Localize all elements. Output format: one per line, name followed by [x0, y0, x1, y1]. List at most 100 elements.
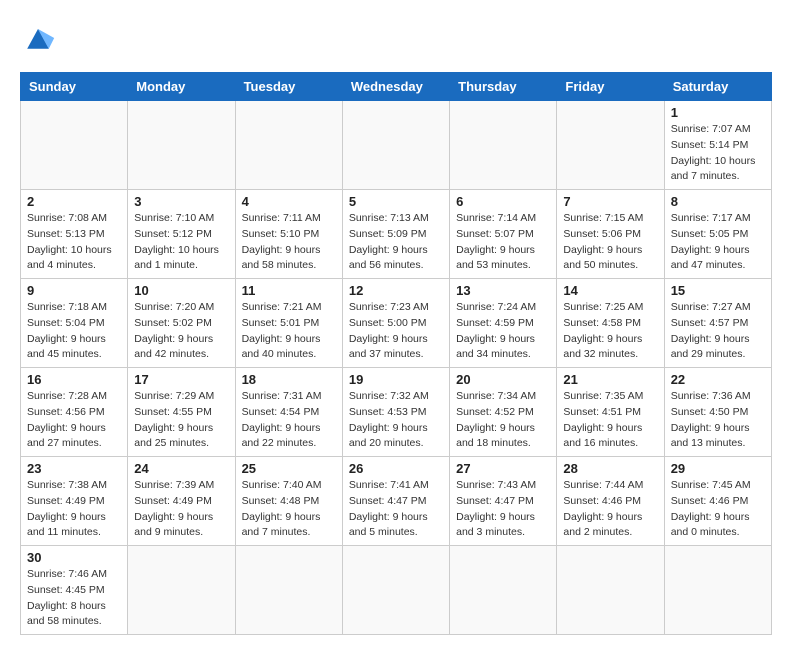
day-info: Sunrise: 7:25 AM Sunset: 4:58 PM Dayligh… [563, 300, 657, 363]
calendar-week-3: 16 Sunrise: 7:28 AM Sunset: 4:56 PM Dayli… [21, 368, 772, 457]
day-number: 24 [134, 461, 228, 476]
calendar-cell: 15Sunrise: 7:27 AM Sunset: 4:57 PM Dayli… [664, 279, 771, 368]
day-number: 21 [563, 372, 657, 387]
calendar-cell: 26 Sunrise: 7:41 AM Sunset: 4:47 PM Dayli… [342, 457, 449, 546]
day-info: Sunrise: 7:13 AM Sunset: 5:09 PM Dayligh… [349, 211, 443, 274]
calendar-cell: 11 Sunrise: 7:21 AM Sunset: 5:01 PM Dayli… [235, 279, 342, 368]
day-number: 5 [349, 194, 443, 209]
day-number: 22 [671, 372, 765, 387]
calendar-cell: 25Sunrise: 7:40 AM Sunset: 4:48 PM Dayli… [235, 457, 342, 546]
day-info: Sunrise: 7:11 AM Sunset: 5:10 PM Dayligh… [242, 211, 336, 274]
calendar-cell: 27Sunrise: 7:43 AM Sunset: 4:47 PM Dayli… [450, 457, 557, 546]
calendar-cell [557, 546, 664, 635]
day-number: 4 [242, 194, 336, 209]
weekday-header-saturday: Saturday [664, 73, 771, 101]
day-number: 13 [456, 283, 550, 298]
calendar-cell: 17 Sunrise: 7:29 AM Sunset: 4:55 PM Dayli… [128, 368, 235, 457]
day-info: Sunrise: 7:44 AM Sunset: 4:46 PM Dayligh… [563, 478, 657, 541]
day-info: Sunrise: 7:38 AM Sunset: 4:49 PM Dayligh… [27, 478, 121, 541]
calendar-cell: 4 Sunrise: 7:11 AM Sunset: 5:10 PM Daylig… [235, 190, 342, 279]
day-info: Sunrise: 7:41 AM Sunset: 4:47 PM Dayligh… [349, 478, 443, 541]
day-number: 14 [563, 283, 657, 298]
calendar-cell [128, 101, 235, 190]
day-number: 27 [456, 461, 550, 476]
calendar-cell: 16 Sunrise: 7:28 AM Sunset: 4:56 PM Dayli… [21, 368, 128, 457]
day-info: Sunrise: 7:34 AM Sunset: 4:52 PM Dayligh… [456, 389, 550, 452]
calendar-cell: 3 Sunrise: 7:10 AM Sunset: 5:12 PM Daylig… [128, 190, 235, 279]
day-number: 1 [671, 105, 765, 120]
calendar-cell: 23 Sunrise: 7:38 AM Sunset: 4:49 PM Dayli… [21, 457, 128, 546]
calendar-cell [235, 546, 342, 635]
calendar-cell: 9 Sunrise: 7:18 AM Sunset: 5:04 PM Daylig… [21, 279, 128, 368]
day-number: 18 [242, 372, 336, 387]
calendar-cell: 6 Sunrise: 7:14 AM Sunset: 5:07 PM Daylig… [450, 190, 557, 279]
day-number: 9 [27, 283, 121, 298]
calendar-cell: 1Sunrise: 7:07 AM Sunset: 5:14 PM Daylig… [664, 101, 771, 190]
day-number: 10 [134, 283, 228, 298]
calendar-cell: 20 Sunrise: 7:34 AM Sunset: 4:52 PM Dayli… [450, 368, 557, 457]
day-number: 11 [242, 283, 336, 298]
calendar-table: SundayMondayTuesdayWednesdayThursdayFrid… [20, 72, 772, 635]
day-number: 19 [349, 372, 443, 387]
day-number: 12 [349, 283, 443, 298]
day-number: 23 [27, 461, 121, 476]
day-info: Sunrise: 7:21 AM Sunset: 5:01 PM Dayligh… [242, 300, 336, 363]
calendar-cell: 19 Sunrise: 7:32 AM Sunset: 4:53 PM Dayli… [342, 368, 449, 457]
day-number: 26 [349, 461, 443, 476]
calendar-week-1: 2Sunrise: 7:08 AM Sunset: 5:13 PM Daylig… [21, 190, 772, 279]
calendar-cell: 29 Sunrise: 7:45 AM Sunset: 4:46 PM Dayli… [664, 457, 771, 546]
calendar-cell: 7 Sunrise: 7:15 AM Sunset: 5:06 PM Daylig… [557, 190, 664, 279]
calendar-cell: 24 Sunrise: 7:39 AM Sunset: 4:49 PM Dayli… [128, 457, 235, 546]
day-number: 20 [456, 372, 550, 387]
day-info: Sunrise: 7:45 AM Sunset: 4:46 PM Dayligh… [671, 478, 765, 541]
day-info: Sunrise: 7:29 AM Sunset: 4:55 PM Dayligh… [134, 389, 228, 452]
day-info: Sunrise: 7:20 AM Sunset: 5:02 PM Dayligh… [134, 300, 228, 363]
weekday-header-wednesday: Wednesday [342, 73, 449, 101]
calendar-cell: 30 Sunrise: 7:46 AM Sunset: 4:45 PM Dayli… [21, 546, 128, 635]
day-number: 3 [134, 194, 228, 209]
day-info: Sunrise: 7:40 AM Sunset: 4:48 PM Dayligh… [242, 478, 336, 541]
calendar-cell: 10 Sunrise: 7:20 AM Sunset: 5:02 PM Dayli… [128, 279, 235, 368]
day-info: Sunrise: 7:39 AM Sunset: 4:49 PM Dayligh… [134, 478, 228, 541]
calendar-cell [664, 546, 771, 635]
calendar-cell: 5 Sunrise: 7:13 AM Sunset: 5:09 PM Daylig… [342, 190, 449, 279]
day-info: Sunrise: 7:15 AM Sunset: 5:06 PM Dayligh… [563, 211, 657, 274]
day-number: 30 [27, 550, 121, 565]
day-info: Sunrise: 7:17 AM Sunset: 5:05 PM Dayligh… [671, 211, 765, 274]
calendar-cell: 12 Sunrise: 7:23 AM Sunset: 5:00 PM Dayli… [342, 279, 449, 368]
day-number: 16 [27, 372, 121, 387]
day-info: Sunrise: 7:32 AM Sunset: 4:53 PM Dayligh… [349, 389, 443, 452]
day-number: 6 [456, 194, 550, 209]
calendar-week-0: 1Sunrise: 7:07 AM Sunset: 5:14 PM Daylig… [21, 101, 772, 190]
day-info: Sunrise: 7:18 AM Sunset: 5:04 PM Dayligh… [27, 300, 121, 363]
calendar-cell [235, 101, 342, 190]
day-info: Sunrise: 7:28 AM Sunset: 4:56 PM Dayligh… [27, 389, 121, 452]
calendar-week-4: 23 Sunrise: 7:38 AM Sunset: 4:49 PM Dayli… [21, 457, 772, 546]
day-info: Sunrise: 7:31 AM Sunset: 4:54 PM Dayligh… [242, 389, 336, 452]
day-info: Sunrise: 7:46 AM Sunset: 4:45 PM Dayligh… [27, 567, 121, 630]
day-info: Sunrise: 7:35 AM Sunset: 4:51 PM Dayligh… [563, 389, 657, 452]
calendar-cell [342, 101, 449, 190]
day-number: 29 [671, 461, 765, 476]
day-info: Sunrise: 7:23 AM Sunset: 5:00 PM Dayligh… [349, 300, 443, 363]
weekday-header-friday: Friday [557, 73, 664, 101]
day-info: Sunrise: 7:36 AM Sunset: 4:50 PM Dayligh… [671, 389, 765, 452]
calendar-cell: 2Sunrise: 7:08 AM Sunset: 5:13 PM Daylig… [21, 190, 128, 279]
weekday-header-tuesday: Tuesday [235, 73, 342, 101]
day-info: Sunrise: 7:14 AM Sunset: 5:07 PM Dayligh… [456, 211, 550, 274]
calendar-cell [342, 546, 449, 635]
calendar-cell [557, 101, 664, 190]
day-number: 8 [671, 194, 765, 209]
calendar-cell: 8 Sunrise: 7:17 AM Sunset: 5:05 PM Daylig… [664, 190, 771, 279]
day-number: 7 [563, 194, 657, 209]
day-number: 17 [134, 372, 228, 387]
page-header [20, 20, 772, 56]
logo [20, 20, 62, 56]
day-info: Sunrise: 7:10 AM Sunset: 5:12 PM Dayligh… [134, 211, 228, 274]
day-number: 2 [27, 194, 121, 209]
weekday-header-row: SundayMondayTuesdayWednesdayThursdayFrid… [21, 73, 772, 101]
weekday-header-thursday: Thursday [450, 73, 557, 101]
calendar-cell: 28 Sunrise: 7:44 AM Sunset: 4:46 PM Dayli… [557, 457, 664, 546]
day-number: 28 [563, 461, 657, 476]
calendar-cell [21, 101, 128, 190]
